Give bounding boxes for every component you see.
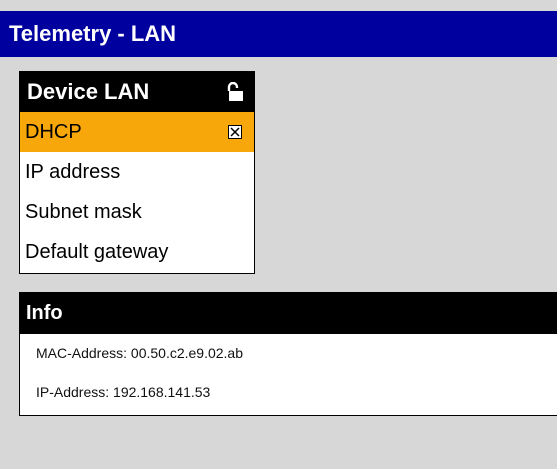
menu-item-ip-address[interactable]: IP address — [20, 152, 254, 192]
menu-item-subnet-mask[interactable]: Subnet mask — [20, 192, 254, 232]
dhcp-checkbox[interactable] — [228, 125, 242, 139]
window-title: Telemetry - LAN — [9, 21, 177, 46]
menu-item-dhcp[interactable]: DHCP — [20, 112, 254, 152]
menu-item-label: DHCP — [25, 121, 82, 143]
menu-item-label: Default gateway — [25, 241, 169, 263]
device-lan-menu: Device LAN DHCP IP address Subnet mask D… — [19, 71, 255, 274]
info-header: Info — [20, 292, 557, 334]
info-panel: Info MAC-Address: 00.50.c2.e9.02.ab IP-A… — [19, 292, 557, 416]
ip-address-text: IP-Address: 192.168.141.53 — [36, 384, 211, 400]
menu-item-default-gateway[interactable]: Default gateway — [20, 232, 254, 272]
mac-address-text: MAC-Address: 00.50.c2.e9.02.ab — [36, 345, 244, 361]
menu-title: Device LAN — [27, 79, 150, 104]
menu-item-label: IP address — [25, 161, 121, 183]
unlocked-padlock-icon[interactable] — [226, 82, 244, 102]
menu-header: Device LAN — [20, 72, 254, 112]
window-title-bar: Telemetry - LAN — [0, 11, 557, 57]
menu-item-label: Subnet mask — [25, 201, 142, 223]
info-title: Info — [26, 302, 63, 324]
